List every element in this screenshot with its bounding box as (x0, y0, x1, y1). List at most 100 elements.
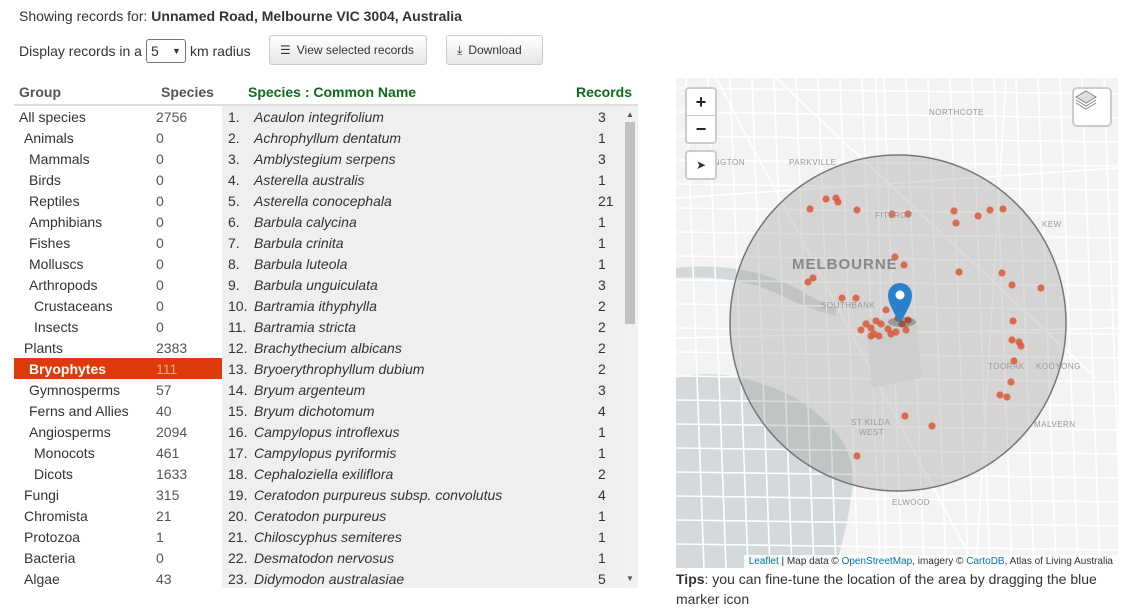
species-number: 17. (228, 444, 248, 461)
group-name: Bacteria (24, 549, 76, 566)
download-button[interactable]: ⤓ Download (446, 35, 543, 65)
species-row[interactable]: 20. Ceratodon purpureus 1 (222, 505, 638, 526)
record-dot[interactable] (996, 391, 1004, 399)
locate-button[interactable]: ➤ (685, 150, 717, 180)
leaflet-link[interactable]: Leaflet (749, 556, 779, 567)
species-row[interactable]: 16. Campylopus introflexus 1 (222, 421, 638, 442)
scroll-thumb[interactable] (625, 122, 635, 324)
radius-select[interactable]: 5 ▼ (145, 39, 186, 63)
group-row[interactable]: Fishes 0 (14, 232, 222, 253)
record-dot[interactable] (875, 332, 883, 340)
species-row[interactable]: 3. Amblystegium serpens 3 (222, 148, 638, 169)
species-row[interactable]: 10. Bartramia ithyphylla 2 (222, 295, 638, 316)
group-row[interactable]: Angiosperms 2094 (14, 421, 222, 442)
record-dot[interactable] (900, 261, 908, 269)
record-dot[interactable] (822, 195, 830, 203)
species-row[interactable]: 9. Barbula unguiculata 3 (222, 274, 638, 295)
record-dot[interactable] (887, 330, 895, 338)
group-row[interactable]: Reptiles 0 (14, 190, 222, 211)
species-row[interactable]: 5. Asterella conocephala 21 (222, 190, 638, 211)
zoom-in-button[interactable]: + (687, 89, 715, 115)
species-row[interactable]: 19. Ceratodon purpureus subsp. convolutus… (222, 484, 638, 505)
record-dot[interactable] (998, 269, 1006, 277)
record-dot[interactable] (928, 422, 936, 430)
view-selected-records-button[interactable]: ☰ View selected records (269, 35, 427, 65)
group-row[interactable]: Ferns and Allies 40 (14, 400, 222, 421)
cartodb-link[interactable]: CartoDB (966, 556, 1004, 567)
scroll-up-icon[interactable]: ▲ (622, 108, 638, 122)
record-dot[interactable] (1003, 393, 1011, 401)
group-row[interactable]: Birds 0 (14, 169, 222, 190)
species-row[interactable]: 8. Barbula luteola 1 (222, 253, 638, 274)
place-southbank: SOUTHBANK (821, 301, 876, 310)
species-row[interactable]: 13. Bryoerythrophyllum dubium 2 (222, 358, 638, 379)
group-row[interactable]: Plants 2383 (14, 337, 222, 358)
species-number: 5. (228, 192, 240, 209)
species-row[interactable]: 14. Bryum argenteum 3 (222, 379, 638, 400)
species-row[interactable]: 18. Cephaloziella exiliflora 2 (222, 463, 638, 484)
species-row[interactable]: 2. Achrophyllum dentatum 1 (222, 127, 638, 148)
group-row[interactable]: Molluscs 0 (14, 253, 222, 274)
record-dot[interactable] (950, 207, 958, 215)
record-dot[interactable] (1008, 336, 1016, 344)
group-row[interactable]: Insects 0 (14, 316, 222, 337)
group-row[interactable]: Algae 43 (14, 568, 222, 589)
record-dot[interactable] (1008, 281, 1016, 289)
record-dot[interactable] (952, 219, 960, 227)
group-row[interactable]: Bacteria 0 (14, 547, 222, 568)
record-dot[interactable] (806, 205, 814, 213)
species-row[interactable]: 7. Barbula crinita 1 (222, 232, 638, 253)
species-list[interactable]: 1. Acaulon integrifolium 3 2. Achrophyllum d… (222, 106, 638, 588)
group-row[interactable]: Amphibians 0 (14, 211, 222, 232)
group-row[interactable]: All species 2756 (14, 106, 222, 127)
scroll-down-icon[interactable]: ▼ (622, 572, 638, 586)
species-row[interactable]: 1. Acaulon integrifolium 3 (222, 106, 638, 127)
species-name: Asterella australis (254, 171, 365, 188)
group-row[interactable]: Fungi 315 (14, 484, 222, 505)
record-dot[interactable] (955, 268, 963, 276)
zoom-out-button[interactable]: − (687, 115, 715, 142)
record-dot[interactable] (804, 278, 812, 286)
record-dot[interactable] (974, 212, 982, 220)
record-dot[interactable] (882, 306, 890, 314)
group-row[interactable]: Crustaceans 0 (14, 295, 222, 316)
species-row[interactable]: 17. Campylopus pyriformis 1 (222, 442, 638, 463)
record-dot[interactable] (1007, 378, 1015, 386)
group-row[interactable]: Dicots 1633 (14, 463, 222, 484)
record-dot[interactable] (853, 452, 861, 460)
record-dot[interactable] (1017, 342, 1025, 350)
species-row[interactable]: 21. Chiloscyphus semiteres 1 (222, 526, 638, 547)
species-row[interactable]: 22. Desmatodon nervosus 1 (222, 547, 638, 568)
layers-button[interactable] (1072, 87, 1112, 127)
record-dot[interactable] (986, 206, 994, 214)
record-dot[interactable] (834, 198, 842, 206)
species-row[interactable]: 15. Bryum dichotomum 4 (222, 400, 638, 421)
species-scrollbar[interactable]: ▲ ▼ (622, 106, 638, 588)
record-dot[interactable] (877, 320, 885, 328)
species-row[interactable]: 4. Asterella australis 1 (222, 169, 638, 190)
group-row[interactable]: Mammals 0 (14, 148, 222, 169)
group-row[interactable]: Bryophytes 111 (14, 358, 222, 379)
group-row[interactable]: Chromista 21 (14, 505, 222, 526)
osm-link[interactable]: OpenStreetMap (842, 556, 913, 567)
record-dot[interactable] (1009, 317, 1017, 325)
record-dot[interactable] (1037, 284, 1045, 292)
group-row[interactable]: Protozoa 1 (14, 526, 222, 547)
group-name: Insects (34, 318, 79, 335)
record-dot[interactable] (857, 326, 865, 334)
record-dot[interactable] (901, 412, 909, 420)
group-row[interactable]: Arthropods 0 (14, 274, 222, 295)
species-row[interactable]: 6. Barbula calycina 1 (222, 211, 638, 232)
group-row[interactable]: Gymnosperms 57 (14, 379, 222, 400)
species-row[interactable]: 12. Brachythecium albicans 2 (222, 337, 638, 358)
group-name: Animals (24, 129, 74, 146)
group-row[interactable]: Monocots 461 (14, 442, 222, 463)
record-dot[interactable] (867, 332, 875, 340)
record-dot[interactable] (853, 206, 861, 214)
map[interactable]: MELBOURNE NORTHCOTE PARKVILLE INGTON FIT… (676, 78, 1118, 568)
record-dot[interactable] (999, 205, 1007, 213)
group-row[interactable]: Animals 0 (14, 127, 222, 148)
record-dot[interactable] (902, 326, 910, 334)
species-row[interactable]: 23. Didymodon australasiae 5 (222, 568, 638, 588)
species-row[interactable]: 11. Bartramia stricta 2 (222, 316, 638, 337)
